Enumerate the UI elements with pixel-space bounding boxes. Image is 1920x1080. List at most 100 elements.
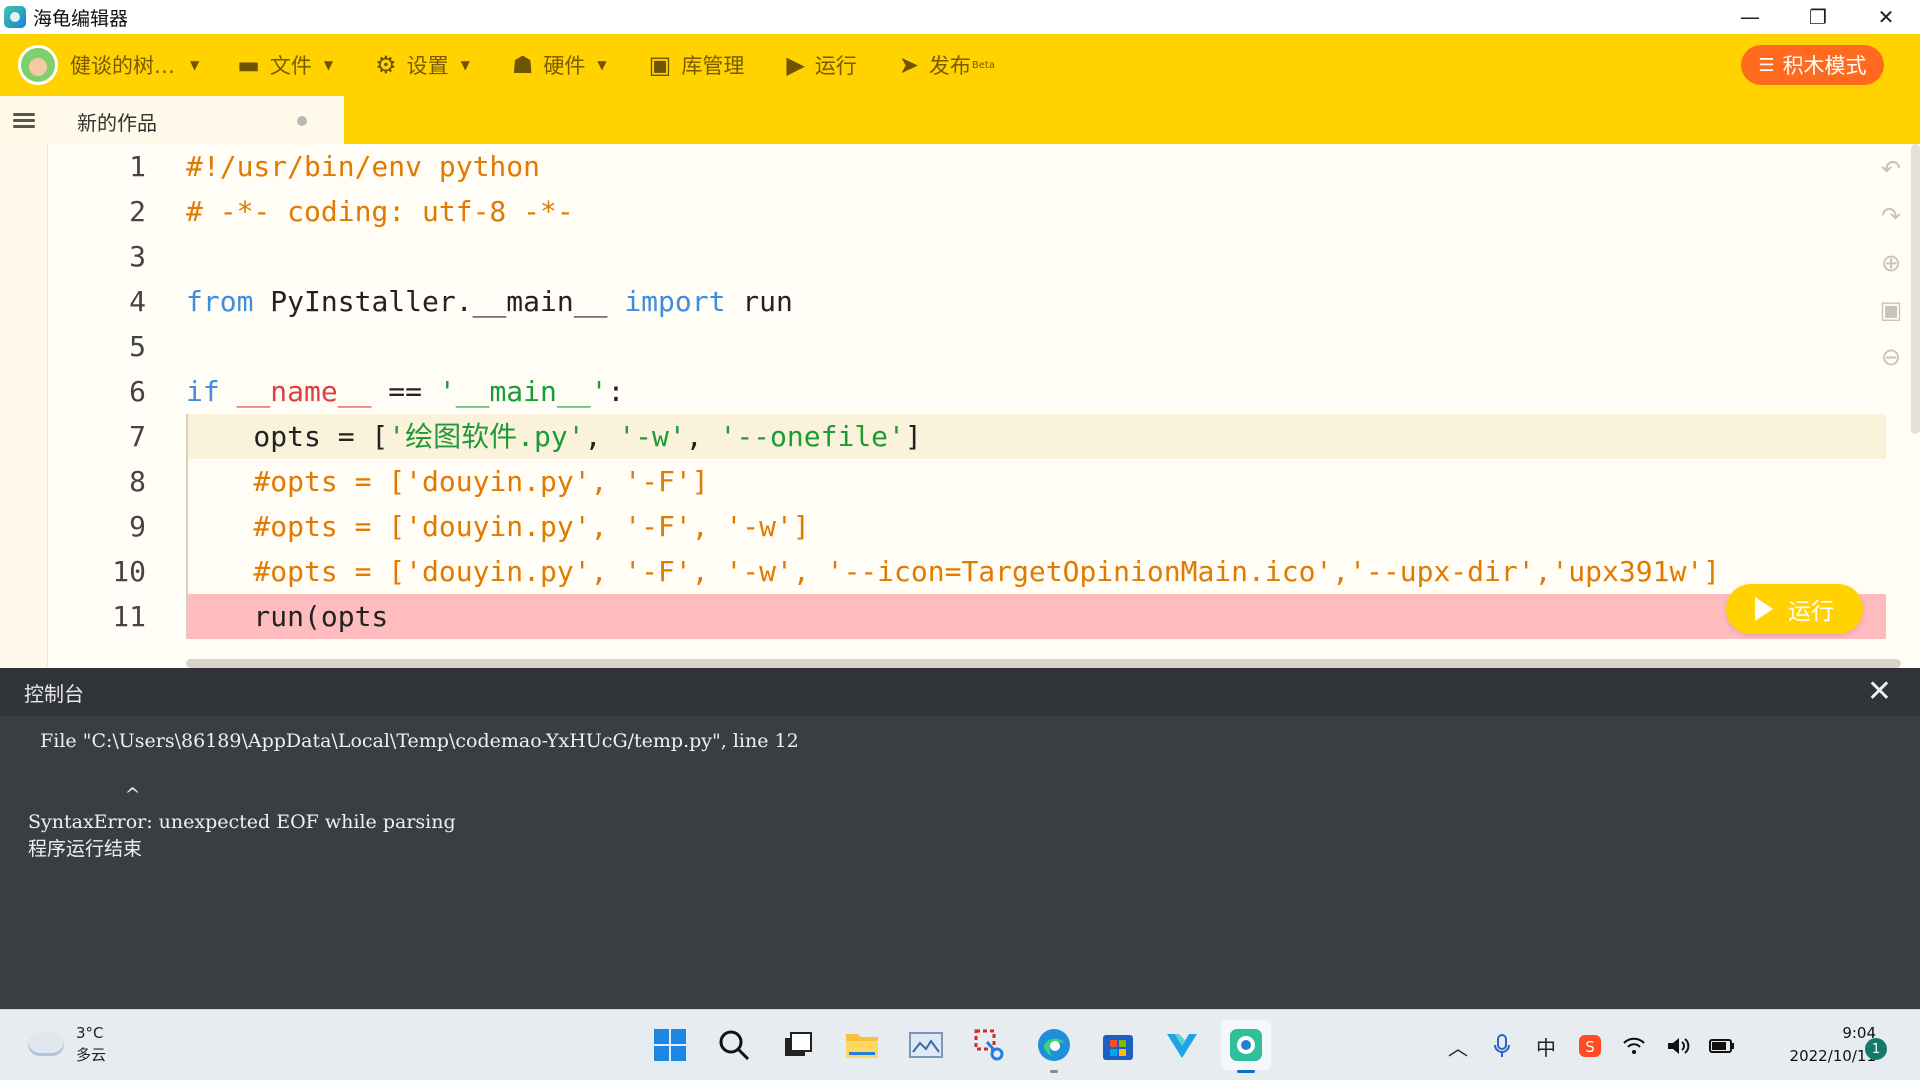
- edge-browser-button[interactable]: [1029, 1020, 1079, 1073]
- horizontal-scrollbar[interactable]: [186, 659, 1901, 668]
- zoom-in-icon[interactable]: ⊕: [1876, 248, 1906, 278]
- tab-new-project[interactable]: 新的作品: [48, 96, 344, 144]
- code-line[interactable]: opts = ['绘图软件.py', '-w', '--onefile']: [186, 414, 1886, 459]
- code-editor[interactable]: 1 2 3 4 5 6 7 8 9 10 11 #!/usr/bin/env python # -*-…: [0, 144, 1920, 668]
- library-manager-label: 库管理: [681, 54, 745, 78]
- weather-temperature: 3°C: [76, 1024, 104, 1042]
- folder-icon: ▬: [237, 51, 260, 79]
- code-token: __name__: [236, 375, 372, 408]
- unsaved-dot-icon[interactable]: [297, 116, 307, 126]
- file-menu[interactable]: ▬ 文件 ▼: [237, 34, 333, 96]
- task-view-button[interactable]: [773, 1020, 823, 1070]
- sogou-ime-icon[interactable]: S: [1572, 1030, 1608, 1062]
- turtle-editor-taskbar-button[interactable]: [1221, 1020, 1271, 1073]
- console-panel: 控制台 ✕ File "C:\Users\86189\AppData\Local…: [0, 668, 1920, 1009]
- code-token: run: [725, 285, 793, 318]
- user-menu[interactable]: 健谈的树… ▼: [58, 34, 199, 96]
- running-indicator: [1237, 1070, 1255, 1073]
- publish-button[interactable]: ➤ 发布 Beta: [899, 34, 995, 96]
- editor-side-tools: ↶ ↷ ⊕ ▣ ⊖: [1876, 154, 1906, 389]
- code-line[interactable]: run(opts: [186, 594, 1886, 639]
- volume-icon[interactable]: [1660, 1030, 1696, 1062]
- line-number: 1: [129, 150, 146, 183]
- code-line[interactable]: from PyInstaller.__main__ import run: [186, 279, 1886, 324]
- run-menu-button[interactable]: ▶ 运行: [786, 34, 856, 96]
- code-line[interactable]: #opts = ['douyin.py', '-F']: [186, 459, 1886, 504]
- line-numbers: 1 2 3 4 5 6 7 8 9 10 11: [48, 144, 186, 639]
- block-mode-label: 积木模式: [1782, 54, 1867, 78]
- photos-app-button[interactable]: [901, 1020, 951, 1070]
- line-number: 4: [129, 285, 146, 318]
- restore-button[interactable]: ❐: [1784, 0, 1852, 34]
- code-token: #opts = ['douyin.py', '-F']: [186, 465, 709, 498]
- zoom-out-icon[interactable]: ⊖: [1876, 342, 1906, 372]
- code-line[interactable]: #opts = ['douyin.py', '-F', '-w']: [186, 504, 1886, 549]
- microphone-icon[interactable]: [1484, 1030, 1520, 1062]
- run-floating-button[interactable]: 运行: [1726, 584, 1863, 634]
- turtle-editor-icon: [1230, 1029, 1262, 1061]
- editor-left-gutter: [0, 144, 48, 668]
- code-token: '-w': [618, 420, 686, 453]
- code-token: '__main__': [438, 375, 608, 408]
- file-explorer-button[interactable]: [837, 1020, 887, 1070]
- close-button[interactable]: ✕: [1852, 0, 1920, 34]
- console-title: 控制台: [24, 681, 84, 706]
- clock[interactable]: 9:04 2022/10/11: [1766, 1022, 1876, 1068]
- hardware-menu-label: 硬件: [543, 54, 586, 78]
- gear-icon: ⚙: [375, 51, 397, 79]
- line-number: 9: [129, 510, 146, 543]
- app-title: 海龟编辑器: [33, 7, 129, 30]
- chevron-up-icon[interactable]: ︿: [1440, 1030, 1476, 1062]
- user-avatar[interactable]: [18, 45, 58, 85]
- search-button[interactable]: [709, 1020, 759, 1070]
- folder-icon: [846, 1034, 878, 1058]
- notification-badge[interactable]: 1: [1865, 1038, 1887, 1060]
- app-v-button[interactable]: [1157, 1020, 1207, 1070]
- code-line[interactable]: [186, 234, 1886, 279]
- code-line[interactable]: #!/usr/bin/env python: [186, 144, 1886, 189]
- clock-date: 2022/10/11: [1789, 1047, 1876, 1065]
- console-line: File "C:\Users\86189\AppData\Local\Temp\…: [28, 730, 799, 752]
- chevron-down-icon: ▼: [190, 58, 200, 72]
- snipping-tool-button[interactable]: [965, 1020, 1015, 1070]
- code-token: #opts = ['douyin.py', '-F', '-w']: [186, 510, 810, 543]
- app-logo-icon: [4, 6, 26, 28]
- undo-icon[interactable]: ↶: [1876, 154, 1906, 184]
- code-area[interactable]: #!/usr/bin/env python # -*- coding: utf-8…: [186, 144, 1886, 639]
- library-icon: ▣: [648, 51, 672, 79]
- code-token: run(opts: [186, 600, 389, 633]
- code-line[interactable]: [186, 324, 1886, 369]
- close-icon[interactable]: ✕: [1867, 674, 1892, 709]
- code-line[interactable]: if __name__ == '__main__':: [186, 369, 1886, 414]
- code-line[interactable]: # -*- coding: utf-8 -*-: [186, 189, 1886, 234]
- hardware-menu[interactable]: ☗ 硬件 ▼: [512, 34, 607, 96]
- code-token: ==: [371, 375, 439, 408]
- window-controls: — ❐ ✕: [1716, 0, 1920, 34]
- taskbar: 3°C 多云 ︿ 中 S 9:04 2022/10/11 1: [0, 1009, 1920, 1080]
- code-token: PyInstaller.__main__: [253, 285, 625, 318]
- code-token: if: [186, 375, 220, 408]
- store-button[interactable]: [1093, 1020, 1143, 1070]
- library-manager-button[interactable]: ▣ 库管理: [649, 34, 745, 96]
- code-line[interactable]: #opts = ['douyin.py', '-F', '-w', '--ico…: [186, 549, 1886, 594]
- reset-zoom-icon[interactable]: ▣: [1876, 295, 1906, 325]
- code-token: #!/usr/bin/env python: [186, 150, 541, 183]
- weather-widget[interactable]: 3°C 多云: [28, 1022, 106, 1066]
- vertical-scrollbar[interactable]: [1911, 144, 1920, 434]
- block-mode-button[interactable]: ☰ 积木模式: [1741, 45, 1884, 85]
- wifi-icon[interactable]: [1616, 1030, 1652, 1062]
- settings-menu[interactable]: ⚙ 设置 ▼: [375, 34, 470, 96]
- sidebar-toggle-icon[interactable]: [0, 96, 48, 144]
- play-circle-icon: ▶: [786, 51, 805, 79]
- code-token: ]: [904, 420, 922, 453]
- minimize-button[interactable]: —: [1716, 0, 1784, 34]
- battery-icon[interactable]: [1704, 1030, 1740, 1062]
- line-number: 6: [129, 375, 146, 408]
- start-button[interactable]: [645, 1020, 695, 1070]
- redo-icon[interactable]: ↷: [1876, 201, 1906, 231]
- line-number: 10: [112, 555, 146, 588]
- input-method-indicator[interactable]: 中: [1528, 1030, 1564, 1062]
- chevron-down-icon: ▼: [323, 58, 334, 72]
- chevron-down-icon: ▼: [460, 58, 470, 72]
